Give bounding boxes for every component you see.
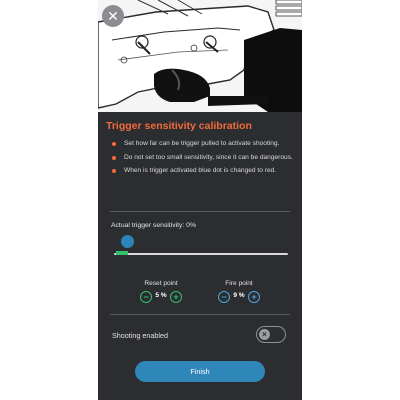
finish-button[interactable]: Finish [135, 361, 265, 382]
rifle-receiver-image: ✕ [98, 0, 302, 112]
reset-point-label: Reset point [144, 280, 178, 287]
close-icon: ✕ [107, 8, 119, 24]
instructions-list: Set how far can be trigger pulled to act… [110, 139, 296, 180]
instruction-item: Set how far can be trigger pulled to act… [110, 139, 296, 149]
close-button[interactable]: ✕ [102, 5, 124, 27]
divider [110, 314, 290, 315]
fire-point-stepper: − 9 % + [204, 290, 274, 304]
reset-point-stepper: − 5 % + [126, 290, 196, 304]
instruction-item: Do not set too small sensitivity, since … [110, 153, 296, 163]
reset-fire-range-indicator [116, 251, 128, 255]
toggle-off-x-icon: × [259, 329, 270, 340]
plus-icon: + [251, 292, 257, 302]
shooting-enabled-label: Shooting enabled [112, 331, 168, 340]
reset-increase-button[interactable]: + [170, 291, 182, 303]
slider-track [114, 253, 288, 255]
panel-title: Trigger sensitivity calibration [106, 120, 252, 132]
fire-point-label: Fire point [225, 280, 253, 287]
sensitivity-label: Actual trigger sensitivity: 0% [111, 222, 196, 229]
plus-icon: + [173, 292, 179, 302]
rifle-receiver-drawing [98, 0, 302, 112]
instruction-item: When is trigger activated blue dot is ch… [110, 166, 296, 176]
sensitivity-indicator-dot[interactable] [121, 235, 134, 248]
fire-increase-button[interactable]: + [248, 291, 260, 303]
shooting-enabled-toggle[interactable]: × [256, 326, 286, 343]
divider [110, 211, 290, 212]
sensitivity-slider[interactable] [114, 232, 288, 258]
calibration-screen: ✕ Trigger sensitivity calibration Set ho… [98, 0, 302, 400]
